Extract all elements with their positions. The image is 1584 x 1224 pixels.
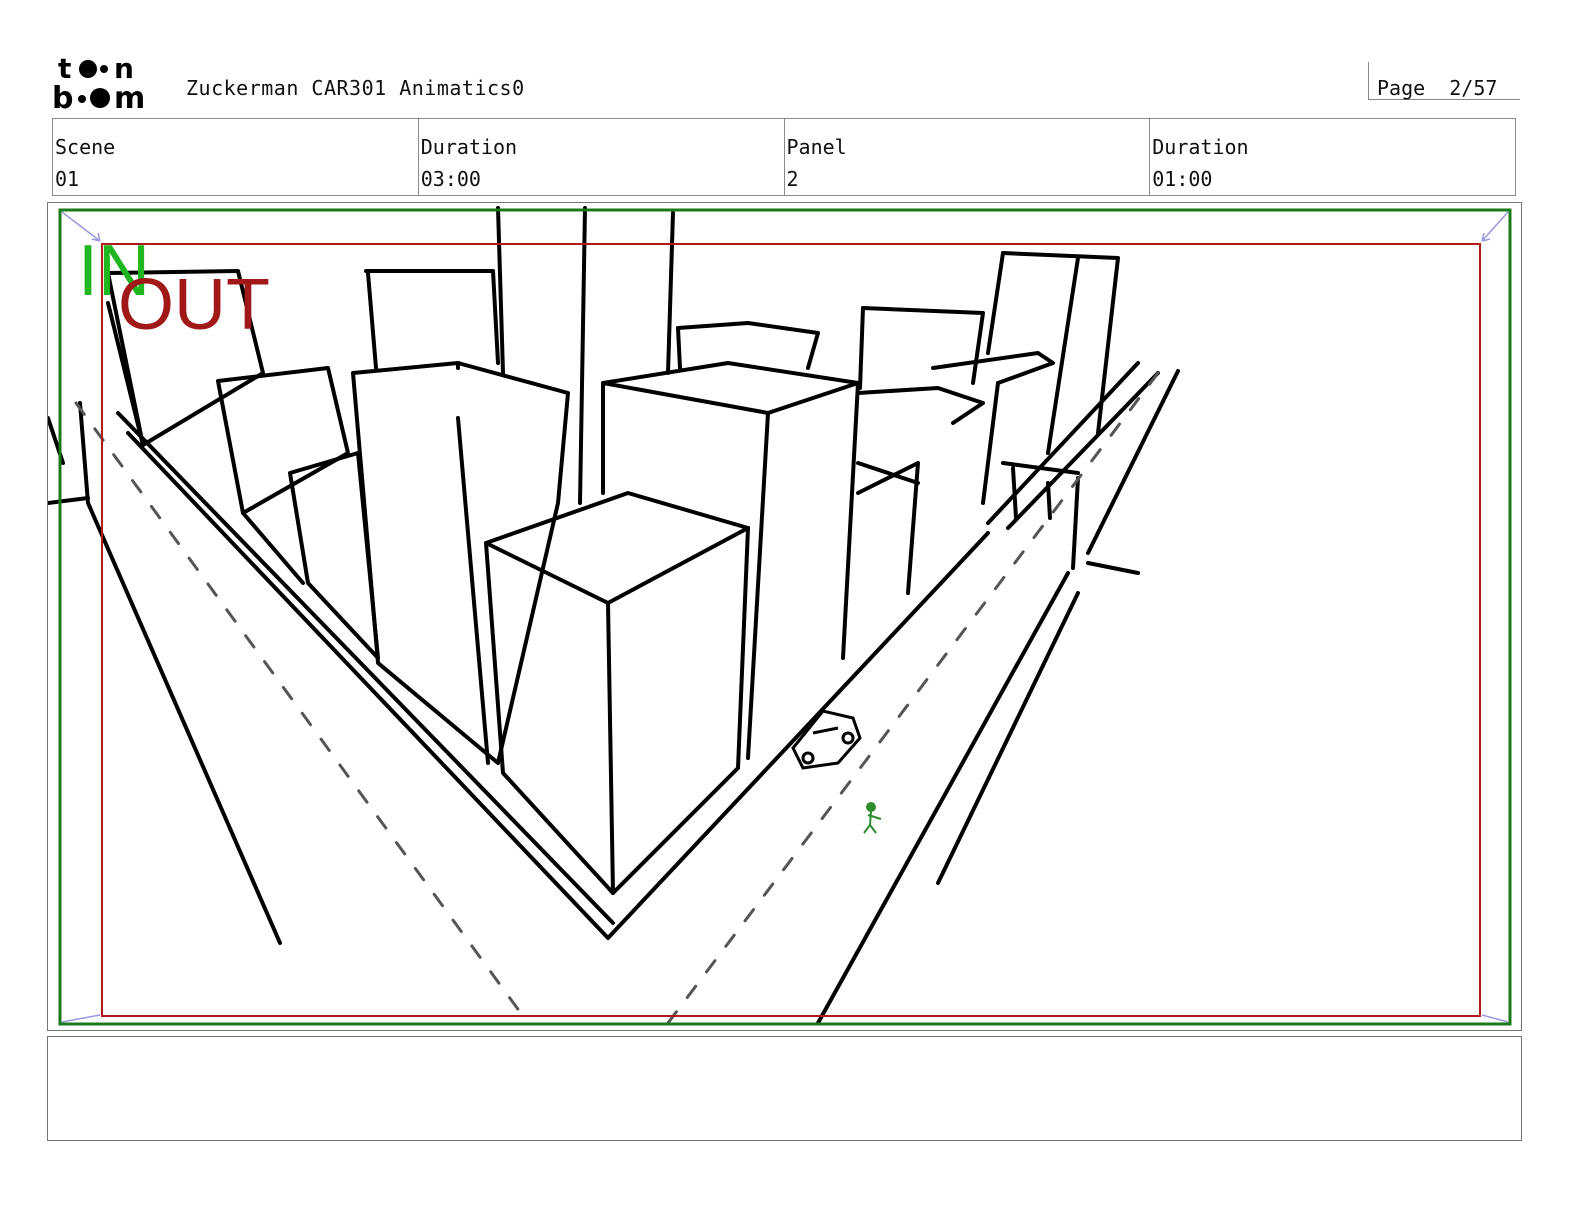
scene-value: 01 [55, 167, 80, 191]
out-frame [101, 243, 1481, 1017]
page-number: Page 2/57 [1377, 76, 1498, 100]
character-figure [863, 802, 882, 834]
panel-notes-box[interactable] [47, 1036, 1522, 1141]
scene-cell: Scene 01 [53, 119, 418, 195]
logo-mark-icon: t n b m [52, 52, 145, 116]
page-indicator: Page 2/57 [1368, 62, 1520, 100]
panel-label: Panel [786, 135, 847, 159]
panel-value: 2 [786, 167, 799, 191]
panel-cell: Panel 2 [783, 119, 1150, 195]
scene-label: Scene [55, 135, 116, 159]
document-title: Zuckerman CAR301 Animatics0 [186, 76, 525, 100]
out-frame-label: OUT [118, 265, 270, 345]
in-frame [58, 208, 1512, 1026]
svg-text:b: b [52, 81, 73, 112]
panel-duration-value: 01:00 [1152, 167, 1213, 191]
scene-duration-cell: Duration 03:00 [417, 119, 784, 195]
car-sketch [791, 709, 862, 770]
svg-text:m: m [114, 81, 145, 112]
storyboard-panel: IN OUT [47, 202, 1522, 1031]
panel-duration-cell: Duration 01:00 [1149, 119, 1515, 195]
panel-duration-label: Duration [1152, 135, 1249, 159]
toon-boom-logo: t n b m [52, 52, 164, 116]
scene-duration-value: 03:00 [420, 167, 481, 191]
panel-info-table: Scene 01 Duration 03:00 Panel 2 Duration… [52, 118, 1516, 196]
scene-duration-label: Duration [420, 135, 518, 159]
